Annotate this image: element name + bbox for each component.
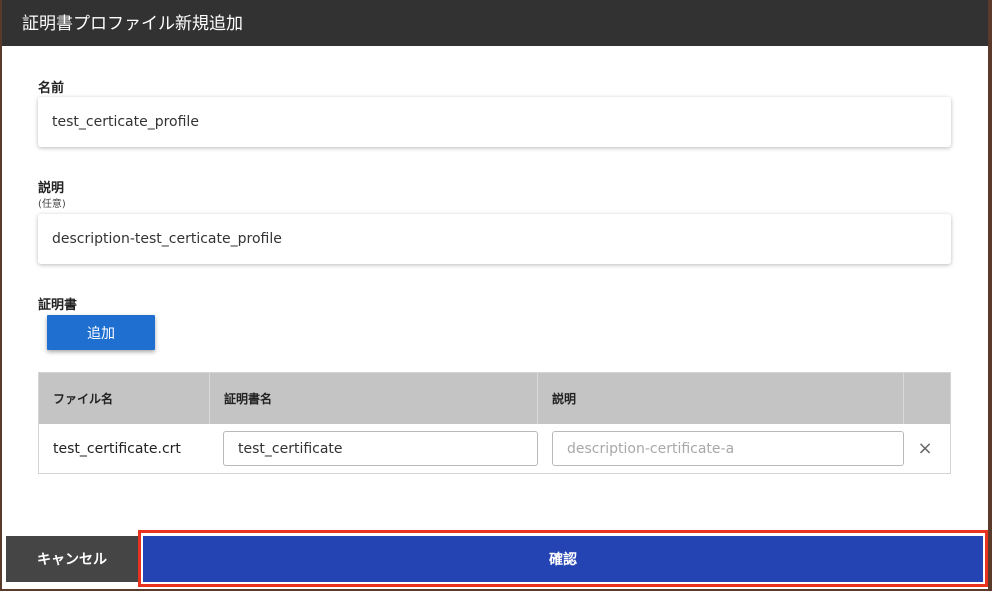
- name-input[interactable]: test_certicate_profile: [38, 97, 951, 147]
- certificate-label: 証明書: [38, 298, 78, 313]
- certificate-table: ファイル名 証明書名 説明 test_certificate.crt test_…: [38, 372, 951, 474]
- cert-name-input[interactable]: test_certificate: [223, 431, 538, 466]
- table-header: ファイル名 証明書名 説明: [39, 373, 950, 424]
- description-input[interactable]: description-test_certicate_profile: [38, 214, 951, 264]
- file-name-cell: test_certificate.crt: [53, 440, 181, 457]
- confirm-button[interactable]: 確認: [143, 536, 983, 582]
- column-header-cert-name: 証明書名: [210, 373, 538, 424]
- column-header-file-name: ファイル名: [39, 373, 210, 424]
- cert-description-input[interactable]: description-certificate-a: [552, 431, 904, 466]
- certificate-profile-dialog: 証明書プロファイル新規追加 名前 test_certicate_profile …: [2, 0, 988, 589]
- column-header-actions: [904, 373, 950, 424]
- dialog-title: 証明書プロファイル新規追加: [22, 14, 243, 34]
- dialog-header: 証明書プロファイル新規追加: [2, 0, 988, 46]
- column-header-description: 説明: [538, 373, 904, 424]
- description-label: 説明: [38, 181, 65, 196]
- cancel-button[interactable]: キャンセル: [6, 536, 138, 582]
- name-label: 名前: [38, 81, 65, 96]
- description-optional-label: (任意): [38, 199, 66, 210]
- close-icon[interactable]: ×: [914, 437, 936, 459]
- table-row: test_certificate.crt test_certificate de…: [39, 424, 950, 473]
- add-certificate-button[interactable]: 追加: [47, 315, 155, 350]
